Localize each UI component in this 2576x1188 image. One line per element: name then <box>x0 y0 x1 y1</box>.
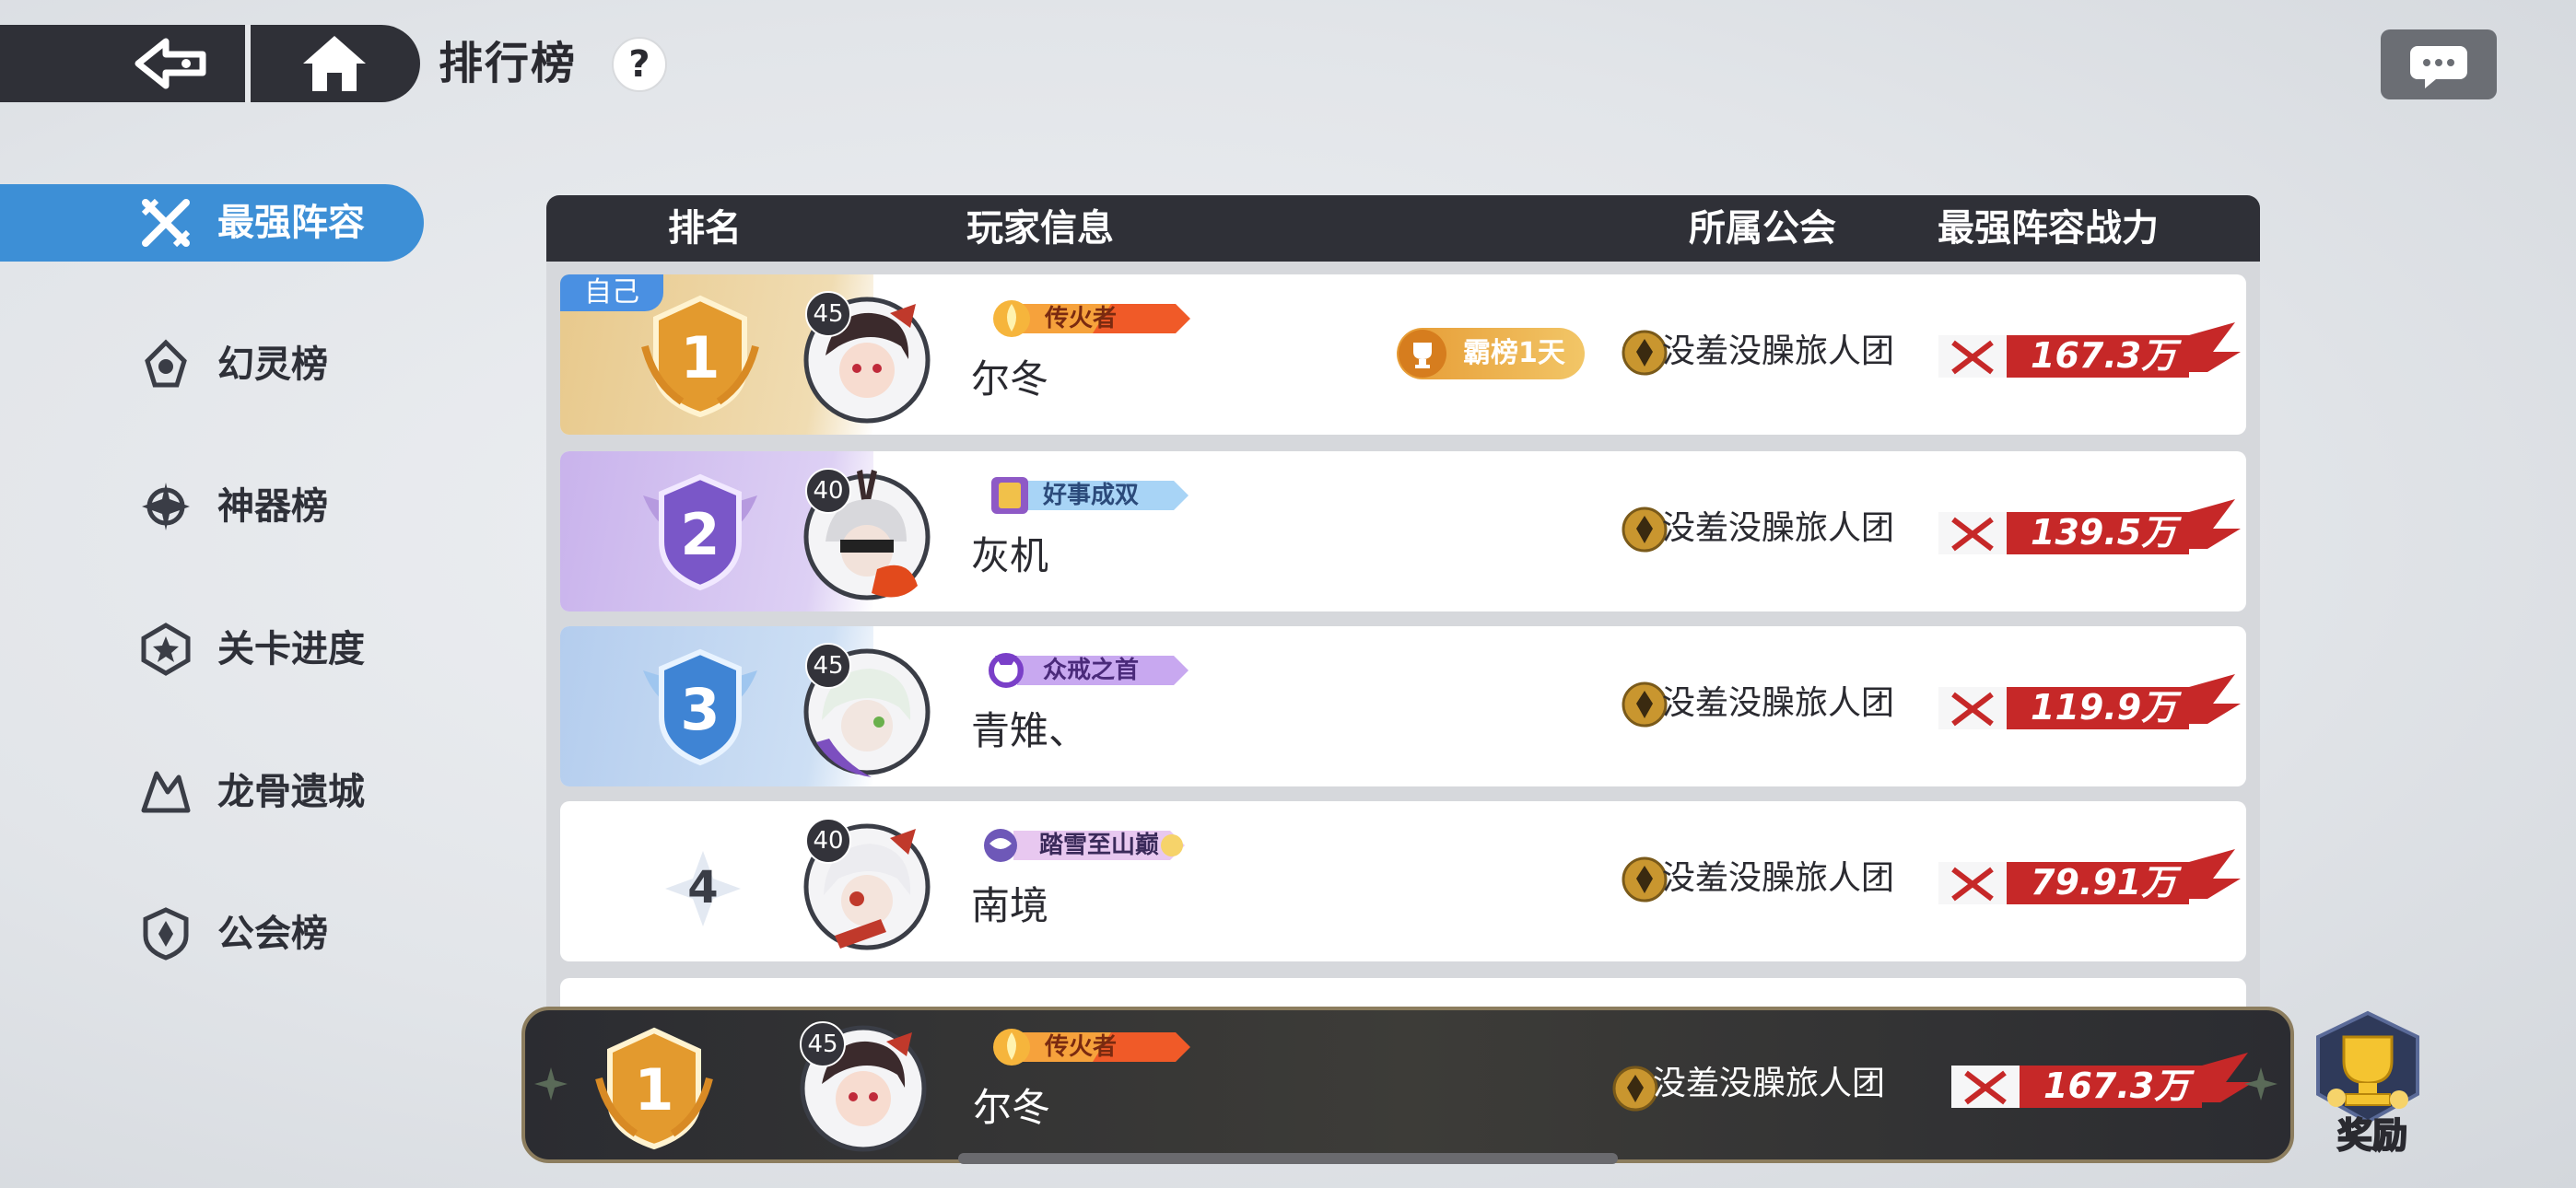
player-title-tag: 众戒之首 <box>980 648 1192 693</box>
power-value: 167.3万 <box>2043 1066 2190 1106</box>
scrollbar[interactable] <box>958 1153 1618 1164</box>
table-header: 排名 玩家信息 所属公会 最强阵容战力 <box>546 195 2260 262</box>
table-row[interactable]: 2 40 好事成双 灰机 没羞没臊旅人团 139.5万 <box>560 451 2246 611</box>
player-name: 尔冬 <box>973 1085 1051 1130</box>
table-row[interactable]: 4 40 踏雪至山巅 南境 没羞没臊旅人团 79.91万 <box>560 801 2246 961</box>
player-level: 45 <box>800 1021 846 1067</box>
player-level: 45 <box>805 643 851 689</box>
home-icon[interactable] <box>299 32 369 95</box>
self-rank-bar[interactable]: 1 45 传火者 尔冬 没羞没臊旅人团 167.3万 <box>521 1007 2294 1163</box>
rank-ornament-icon: 4 <box>665 851 741 926</box>
power-display: 139.5万 <box>1931 492 2244 571</box>
sidebar-item-spirit-rank[interactable]: 幻灵榜 <box>0 326 424 403</box>
guild-emblem-icon <box>1622 330 1668 376</box>
player-title-tag: 好事成双 <box>980 473 1192 518</box>
chat-button[interactable] <box>2381 29 2497 99</box>
sidebar-item-label: 幻灵榜 <box>217 344 328 386</box>
power-display: 79.91万 <box>1931 842 2244 921</box>
reward-label[interactable]: 奖励 <box>2322 1112 2423 1159</box>
ornament-star-icon <box>534 1067 568 1101</box>
guild-emblem-icon <box>1622 856 1668 903</box>
player-name: 南境 <box>971 883 1049 928</box>
guild-name: 没羞没臊旅人团 <box>1662 332 1895 370</box>
rank-number: 2 <box>680 501 720 568</box>
player-level: 40 <box>805 468 851 514</box>
player-title-text: 众戒之首 <box>1043 657 1140 684</box>
artifact-icon <box>142 483 190 530</box>
trophy-reward-icon[interactable] <box>2303 1009 2432 1129</box>
rank-number: 1 <box>634 1056 673 1124</box>
sidebar-item-label: 公会榜 <box>217 913 328 955</box>
power-value: 167.3万 <box>2031 335 2177 376</box>
player-title-tag: 传火者 <box>982 297 1194 341</box>
player-title-text: 传火者 <box>1045 305 1118 332</box>
player-title-text: 踏雪至山巅 <box>1039 832 1160 859</box>
player-title-text: 好事成双 <box>1043 482 1140 509</box>
power-value: 139.5万 <box>2031 512 2177 553</box>
power-display: 119.9万 <box>1931 667 2244 746</box>
player-title-text: 传火者 <box>1045 1033 1118 1061</box>
column-header-player-info: 玩家信息 <box>966 207 1114 250</box>
sidebar-item-guild-rank[interactable]: 公会榜 <box>0 895 424 973</box>
trophy-icon <box>1399 330 1446 378</box>
crossed-swords-icon <box>141 198 191 248</box>
page-title: 排行榜 <box>439 38 578 89</box>
power-display: 167.3万 <box>1944 1045 2257 1124</box>
sidebar-item-label: 神器榜 <box>217 485 328 528</box>
guild-emblem-icon <box>1622 681 1668 728</box>
star-badge-icon <box>141 623 191 676</box>
record-badge: 霸榜1天 <box>1397 328 1585 379</box>
table-row[interactable]: 自己 1 45 传火者 尔冬 霸榜1天 没羞没臊旅人团 167.3万 <box>560 274 2246 435</box>
help-button[interactable]: ? <box>612 37 667 92</box>
spirit-icon <box>145 339 187 388</box>
guild-name: 没羞没臊旅人团 <box>1653 1065 1886 1102</box>
sidebar-item-label: 关卡进度 <box>217 628 365 670</box>
player-name: 青雉、 <box>971 708 1088 753</box>
sidebar-item-strongest-lineup[interactable]: 最强阵容 <box>0 184 424 262</box>
column-header-guild: 所属公会 <box>1689 207 1836 250</box>
column-header-rank: 排名 <box>668 207 742 250</box>
guild-emblem-icon <box>1622 507 1668 553</box>
record-text: 霸榜1天 <box>1463 337 1565 369</box>
sidebar-item-artifact-rank[interactable]: 神器榜 <box>0 468 424 545</box>
table-row[interactable]: 3 45 众戒之首 青雉、 没羞没臊旅人团 119.9万 <box>560 626 2246 786</box>
guild-name: 没羞没臊旅人团 <box>1662 684 1895 722</box>
player-title-tag: 传火者 <box>982 1025 1194 1069</box>
guild-name: 没羞没臊旅人团 <box>1662 509 1895 547</box>
column-header-power: 最强阵容战力 <box>1938 207 2159 250</box>
rank-number: 3 <box>680 676 720 743</box>
player-title-tag: 踏雪至山巅 <box>977 823 1188 868</box>
silver-rank-badge-icon: 2 <box>643 473 757 591</box>
gold-rank-badge-icon: 1 <box>595 1027 713 1150</box>
back-arrow-icon[interactable] <box>129 34 212 93</box>
guild-name: 没羞没臊旅人团 <box>1662 859 1895 897</box>
guild-emblem-icon <box>1612 1066 1658 1112</box>
power-display: 167.3万 <box>1931 315 2244 394</box>
sidebar-item-dragon-bone-city[interactable]: 龙骨遗城 <box>0 753 424 831</box>
dragon-icon <box>141 771 191 813</box>
sidebar-item-label: 最强阵容 <box>217 202 365 244</box>
power-value: 119.9万 <box>2031 687 2177 728</box>
power-value: 79.91万 <box>2031 862 2177 903</box>
rank-number: 1 <box>680 324 720 391</box>
sidebar-item-stage-progress[interactable]: 关卡进度 <box>0 611 424 688</box>
player-name: 灰机 <box>971 533 1049 578</box>
player-level: 45 <box>805 291 851 337</box>
sidebar-item-label: 龙骨遗城 <box>217 771 365 813</box>
ornament-star-icon <box>2244 1067 2277 1101</box>
rank-number: 4 <box>687 862 718 914</box>
nav-divider <box>245 25 251 102</box>
chat-bubble-icon <box>2410 46 2467 88</box>
player-name: 尔冬 <box>971 356 1049 402</box>
gold-rank-badge-icon: 1 <box>641 295 759 418</box>
player-level: 40 <box>805 818 851 864</box>
bronze-rank-badge-icon: 3 <box>643 648 757 766</box>
guild-shield-icon <box>143 907 189 961</box>
